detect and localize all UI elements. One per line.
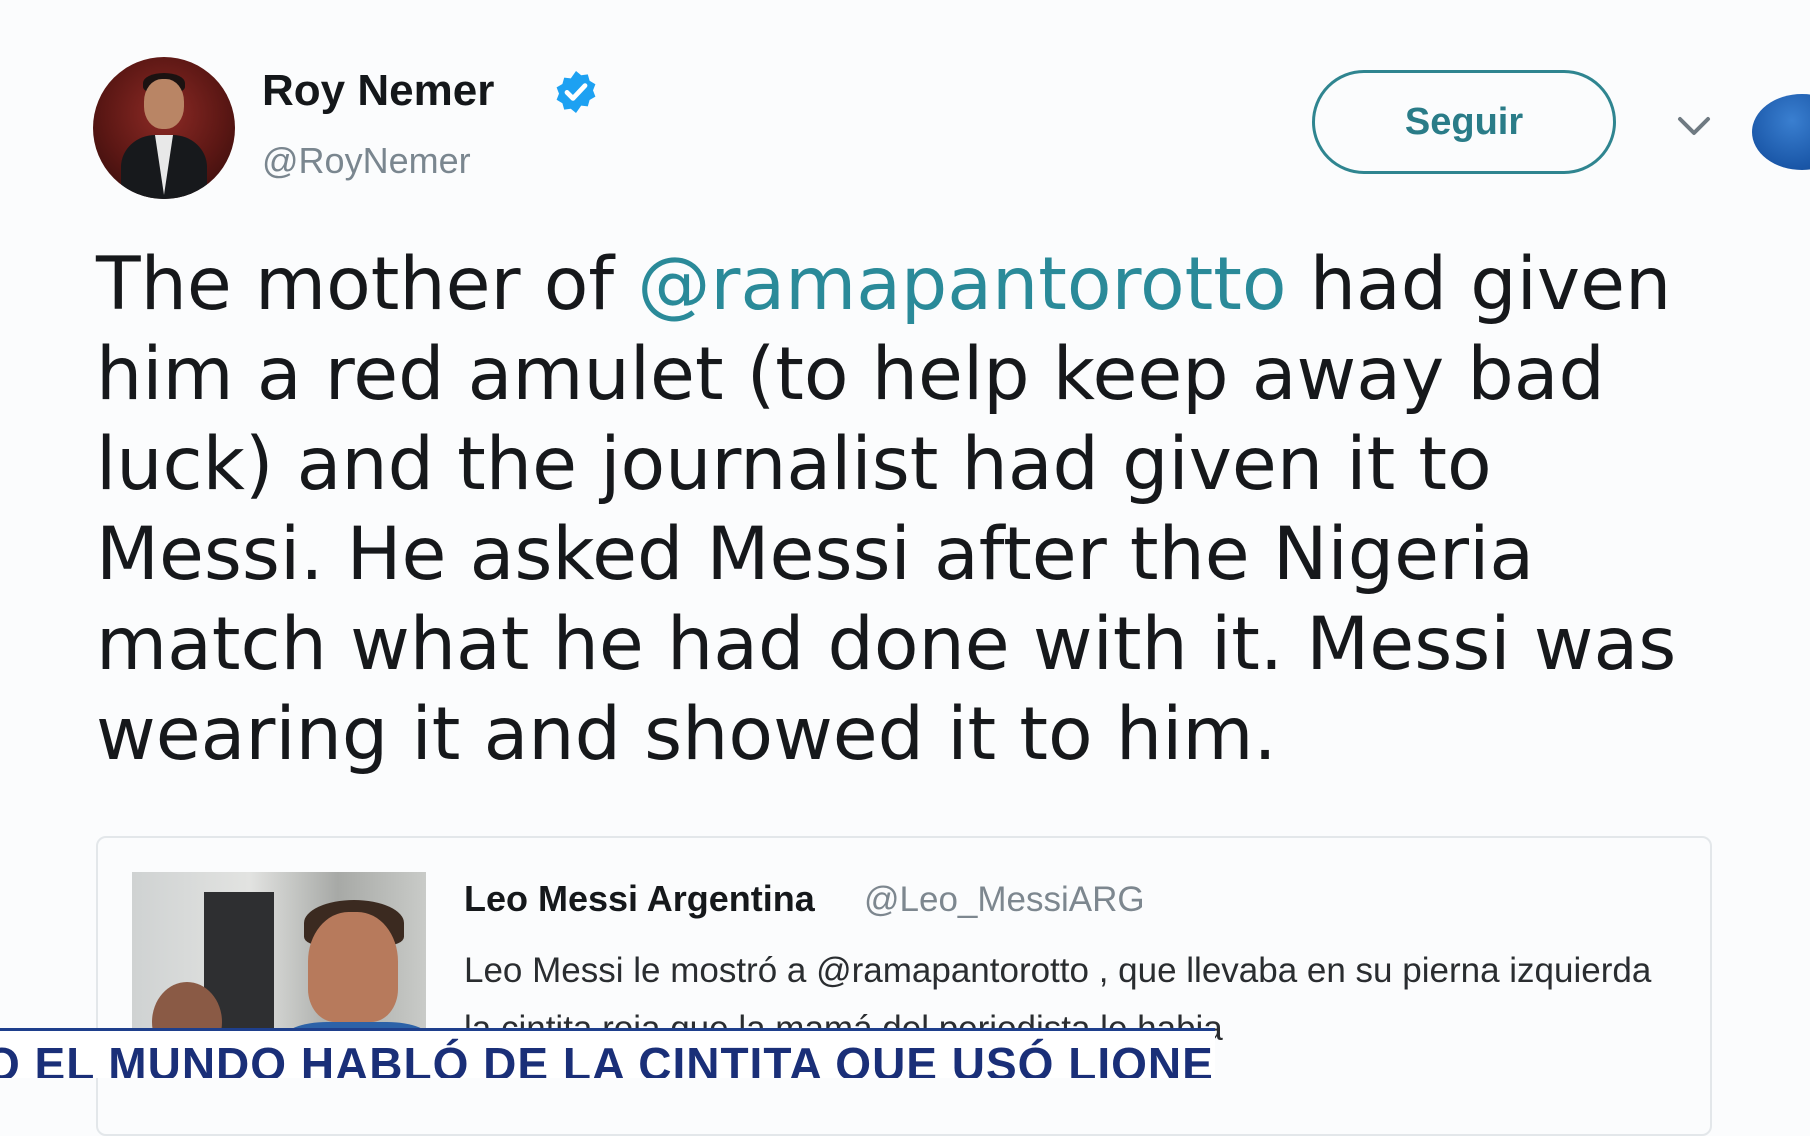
author-avatar[interactable] [93,57,235,199]
blue-circle-overlay [1752,94,1810,170]
tweet-text: The mother of @ramapantorotto had given … [96,240,1736,780]
tweet-text-before: The mother of [96,242,638,327]
chevron-down-icon[interactable] [1676,114,1712,138]
author-handle[interactable]: @RoyNemer [262,140,471,182]
quoted-author-handle: @Leo_MessiARG [864,880,1145,919]
tweet-card: Roy Nemer @RoyNemer Seguir The mother of… [0,0,1810,1136]
quoted-author-name: Leo Messi Argentina [464,878,815,919]
author-name[interactable]: Roy Nemer [262,66,494,116]
banner-headline: O EL MUNDO HABLÓ DE LA CINTITA QUE USÓ L… [0,1038,1215,1078]
image-player-face [308,912,398,1022]
tv-lower-third-banner: O EL MUNDO HABLÓ DE LA CINTITA QUE USÓ L… [0,1028,1215,1078]
verified-badge-icon [556,71,596,113]
tweet-mention-link[interactable]: @ramapantorotto [637,242,1286,327]
quoted-tweet-card[interactable]: Leo Messi Argentina @Leo_MessiARG Leo Me… [96,836,1712,1136]
follow-button[interactable]: Seguir [1312,70,1616,174]
avatar-face [144,79,184,129]
